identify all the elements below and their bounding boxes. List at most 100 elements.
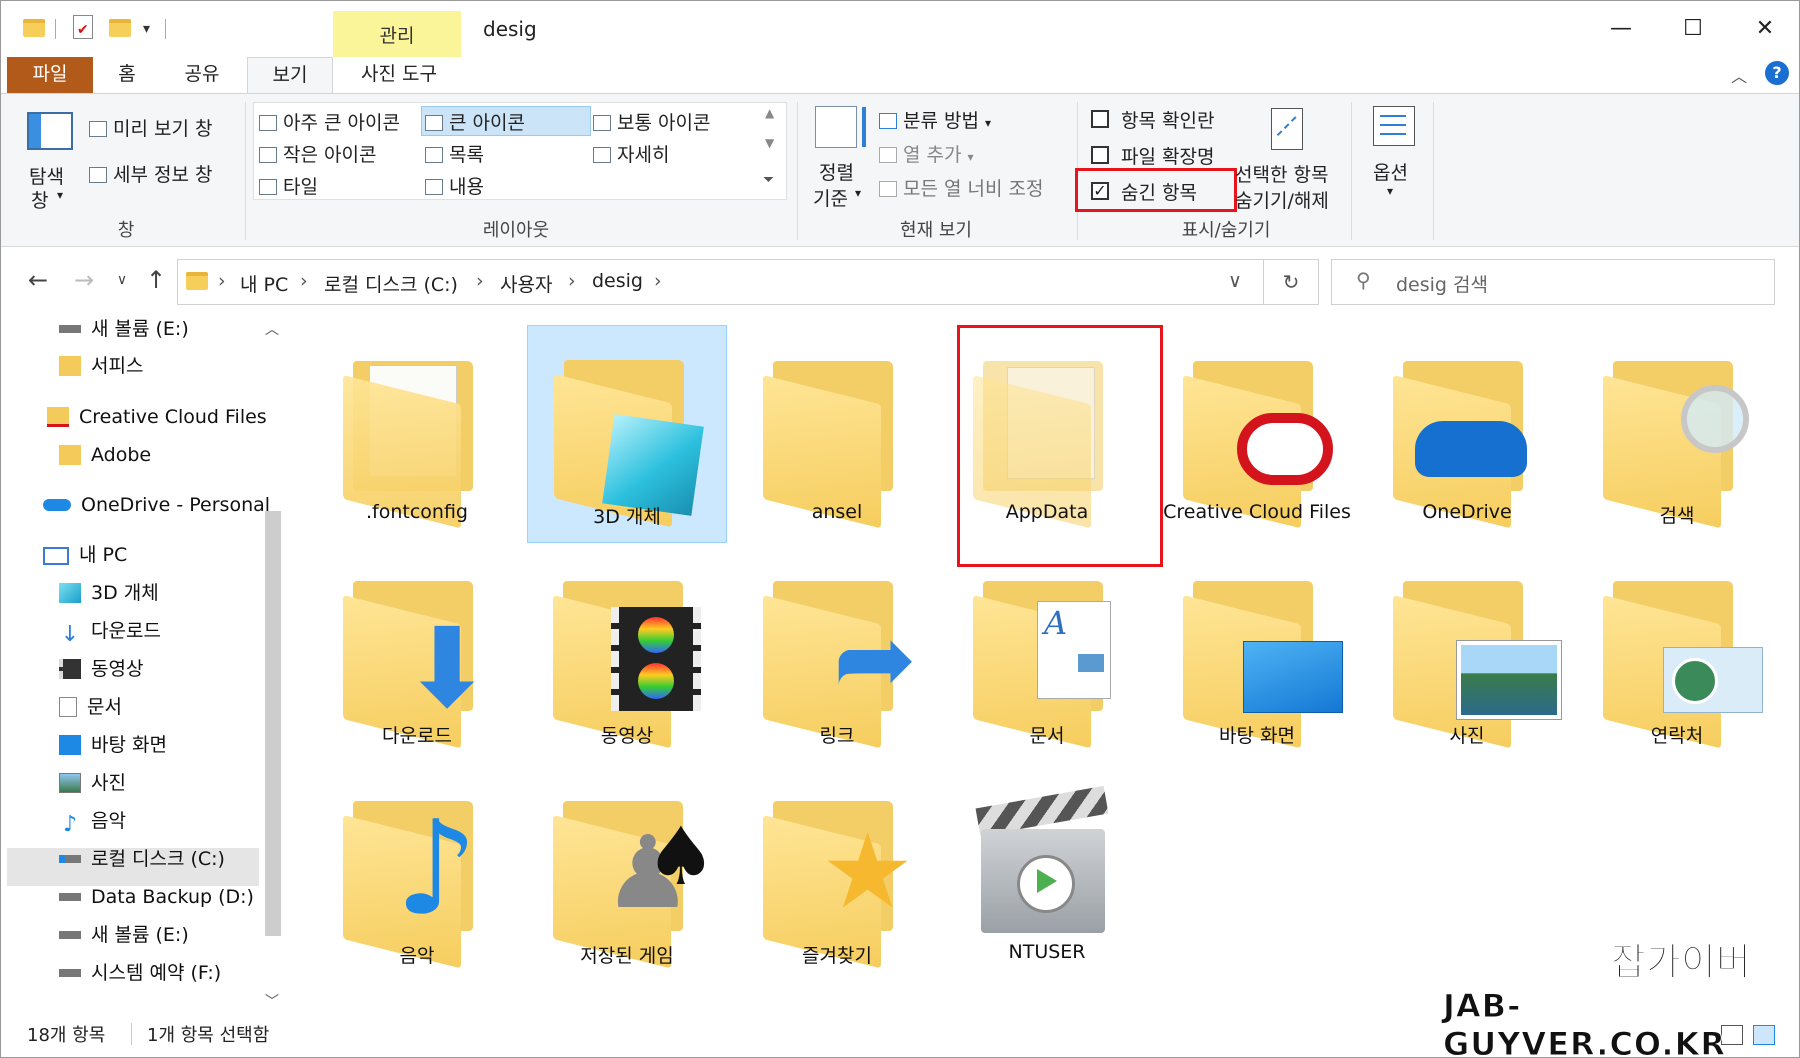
layout-list[interactable]: 목록 bbox=[425, 140, 484, 167]
layout-tiles[interactable]: 타일 bbox=[259, 172, 318, 199]
nav-item-onedrive[interactable]: OneDrive - Personal bbox=[43, 487, 270, 523]
navigation-pane-icon[interactable] bbox=[27, 112, 73, 150]
nav-item-pictures[interactable]: 사진 bbox=[59, 765, 126, 801]
recent-locations-icon[interactable]: ∨ bbox=[107, 265, 137, 295]
add-columns-button[interactable]: 열 추가 ▾ bbox=[879, 140, 974, 167]
file-tile[interactable]: Creative Cloud Files bbox=[1157, 327, 1357, 545]
drive-icon bbox=[59, 325, 81, 333]
preview-pane-button[interactable]: 미리 보기 창 bbox=[89, 114, 212, 141]
nav-item-videos[interactable]: 동영상 bbox=[59, 651, 143, 687]
nav-item-music[interactable]: ♪ 음악 bbox=[59, 803, 126, 839]
nav-item-data-backup-d[interactable]: Data Backup (D:) bbox=[59, 879, 254, 915]
hide-selected-icon[interactable] bbox=[1271, 108, 1303, 150]
collapse-ribbon-icon[interactable]: ︿ bbox=[1731, 63, 1747, 87]
customize-qat-icon[interactable]: ▾ bbox=[143, 21, 150, 37]
tab-view[interactable]: 보기 bbox=[247, 57, 333, 95]
item-checkboxes-checkbox[interactable] bbox=[1091, 110, 1109, 128]
nav-item-documents[interactable]: 문서 bbox=[59, 689, 122, 725]
properties-icon[interactable]: ✔ bbox=[73, 15, 93, 41]
maximize-button[interactable]: ☐ bbox=[1657, 1, 1729, 57]
search-input[interactable]: desig 검색 bbox=[1396, 270, 1488, 297]
nav-item-system-reserved-f[interactable]: 시스템 예약 (F:) bbox=[59, 955, 221, 991]
layout-details[interactable]: 자세히 bbox=[593, 140, 669, 167]
search-box[interactable]: ⚲ desig 검색 bbox=[1331, 259, 1775, 305]
scroll-down-icon[interactable]: ﹀ bbox=[265, 991, 279, 1011]
breadcrumb-local-disk[interactable]: 로컬 디스크 (C:) bbox=[324, 270, 458, 297]
hide-selected-label-2[interactable]: 숨기기/해제 bbox=[1235, 186, 1329, 213]
options-icon[interactable] bbox=[1373, 106, 1415, 146]
breadcrumb-this-pc[interactable]: 내 PC bbox=[240, 270, 288, 297]
breadcrumb-users[interactable]: 사용자 bbox=[500, 270, 552, 297]
fit-columns-button[interactable]: 모든 열 너비 조정 bbox=[879, 174, 1043, 201]
file-tile[interactable]: .fontconfig bbox=[317, 327, 517, 545]
file-tile[interactable]: ♟ ♠ 저장된 게임 bbox=[527, 767, 727, 985]
layout-medium-icons[interactable]: 보통 아이콘 bbox=[593, 108, 710, 135]
file-tile[interactable]: ♪ 음악 bbox=[317, 767, 517, 985]
tab-share[interactable]: 공유 bbox=[169, 57, 235, 93]
tab-file[interactable]: 파일 bbox=[7, 57, 93, 93]
context-tab-manage[interactable]: 관리 bbox=[333, 11, 461, 57]
file-tile[interactable]: ➦ 링크 bbox=[737, 547, 937, 765]
layout-small-icons[interactable]: 작은 아이콘 bbox=[259, 140, 376, 167]
file-tile[interactable]: ⬇ 다운로드 bbox=[317, 547, 517, 765]
nav-item-desktop[interactable]: 바탕 화면 bbox=[59, 727, 167, 763]
file-tile[interactable]: ansel bbox=[737, 327, 937, 545]
file-tile[interactable]: NTUSER bbox=[947, 767, 1147, 985]
tab-home[interactable]: 홈 bbox=[103, 57, 151, 93]
gallery-scroll-down-icon[interactable]: ▼ bbox=[765, 136, 774, 150]
nav-item-volume-e-2[interactable]: 새 볼륨 (E:) bbox=[59, 917, 189, 953]
breadcrumb-desig[interactable]: desig bbox=[592, 270, 643, 292]
file-tile[interactable]: 동영상 bbox=[527, 547, 727, 765]
divider bbox=[55, 19, 56, 39]
details-pane-button[interactable]: 세부 정보 창 bbox=[89, 160, 212, 187]
group-by-button[interactable]: 분류 방법 ▾ bbox=[879, 106, 991, 133]
music-note-icon: ♪ bbox=[62, 812, 78, 837]
gallery-scroll-up-icon[interactable]: ▲ bbox=[765, 106, 774, 120]
nav-item-3d-objects[interactable]: 3D 개체 bbox=[59, 575, 159, 611]
layout-content[interactable]: 내용 bbox=[425, 172, 484, 199]
nav-item-local-disk-c[interactable]: 로컬 디스크 (C:) bbox=[59, 841, 225, 877]
file-tile[interactable]: 검색 bbox=[1577, 327, 1777, 545]
layout-extra-large-icons[interactable]: 아주 큰 아이콘 bbox=[259, 108, 400, 135]
minimize-button[interactable]: — bbox=[1585, 1, 1657, 57]
help-icon[interactable]: ? bbox=[1765, 61, 1789, 85]
nav-item-volume-e[interactable]: 새 볼륨 (E:) bbox=[59, 311, 189, 347]
nav-item-creative-cloud-files[interactable]: Creative Cloud Files bbox=[47, 399, 267, 435]
nav-label: 다운로드 bbox=[91, 620, 161, 642]
refresh-icon[interactable]: ↻ bbox=[1263, 259, 1319, 305]
file-tile[interactable]: ★ 즐겨찾기 bbox=[737, 767, 937, 985]
scroll-up-icon[interactable]: ︿ bbox=[265, 319, 279, 339]
new-folder-icon[interactable] bbox=[109, 15, 131, 41]
options-label[interactable]: 옵션 bbox=[1373, 158, 1408, 185]
sort-by-label-2[interactable]: 기준 bbox=[813, 184, 848, 211]
nav-scrollbar-thumb[interactable] bbox=[265, 511, 281, 936]
forward-icon[interactable]: → bbox=[69, 265, 99, 295]
sort-by-label[interactable]: 정렬 bbox=[819, 158, 854, 185]
file-tile[interactable]: A 문서 bbox=[947, 547, 1147, 765]
address-dropdown-icon[interactable]: ∨ bbox=[1228, 270, 1242, 292]
close-button[interactable]: ✕ bbox=[1729, 1, 1799, 57]
back-icon[interactable]: ← bbox=[23, 265, 53, 295]
breadcrumb-separator: › bbox=[218, 270, 226, 292]
nav-item-surface[interactable]: 서피스 bbox=[59, 348, 143, 384]
sort-by-icon[interactable] bbox=[815, 106, 866, 148]
up-icon[interactable]: ↑ bbox=[141, 265, 171, 295]
file-tile[interactable]: 3D 개체 bbox=[527, 325, 727, 543]
file-tile[interactable]: OneDrive bbox=[1367, 327, 1567, 545]
file-extensions-checkbox[interactable] bbox=[1091, 146, 1109, 164]
hide-selected-label[interactable]: 선택한 항목 bbox=[1235, 160, 1328, 187]
nav-item-downloads[interactable]: ↓ 다운로드 bbox=[59, 613, 161, 649]
nav-item-adobe[interactable]: Adobe bbox=[59, 437, 151, 473]
layout-label: 아주 큰 아이콘 bbox=[283, 112, 400, 134]
file-label: NTUSER bbox=[1008, 941, 1086, 963]
gallery-expand-icon[interactable]: ⏷ bbox=[763, 172, 774, 188]
nav-item-this-pc[interactable]: 내 PC bbox=[43, 537, 127, 573]
nav-pane-label[interactable]: 탐색 bbox=[29, 162, 64, 189]
file-tile[interactable]: 사진 bbox=[1367, 547, 1567, 765]
file-tile[interactable]: 바탕 화면 bbox=[1157, 547, 1357, 765]
nav-pane-label-2[interactable]: 창 bbox=[31, 186, 48, 213]
layout-large-icons[interactable]: 큰 아이콘 bbox=[425, 108, 525, 135]
file-tile[interactable]: 연락처 bbox=[1577, 547, 1777, 765]
address-bar[interactable]: › 내 PC › 로컬 디스크 (C:) › 사용자 › desig › ∨ bbox=[177, 259, 1265, 305]
tab-picture-tools[interactable]: 사진 도구 bbox=[341, 57, 457, 93]
